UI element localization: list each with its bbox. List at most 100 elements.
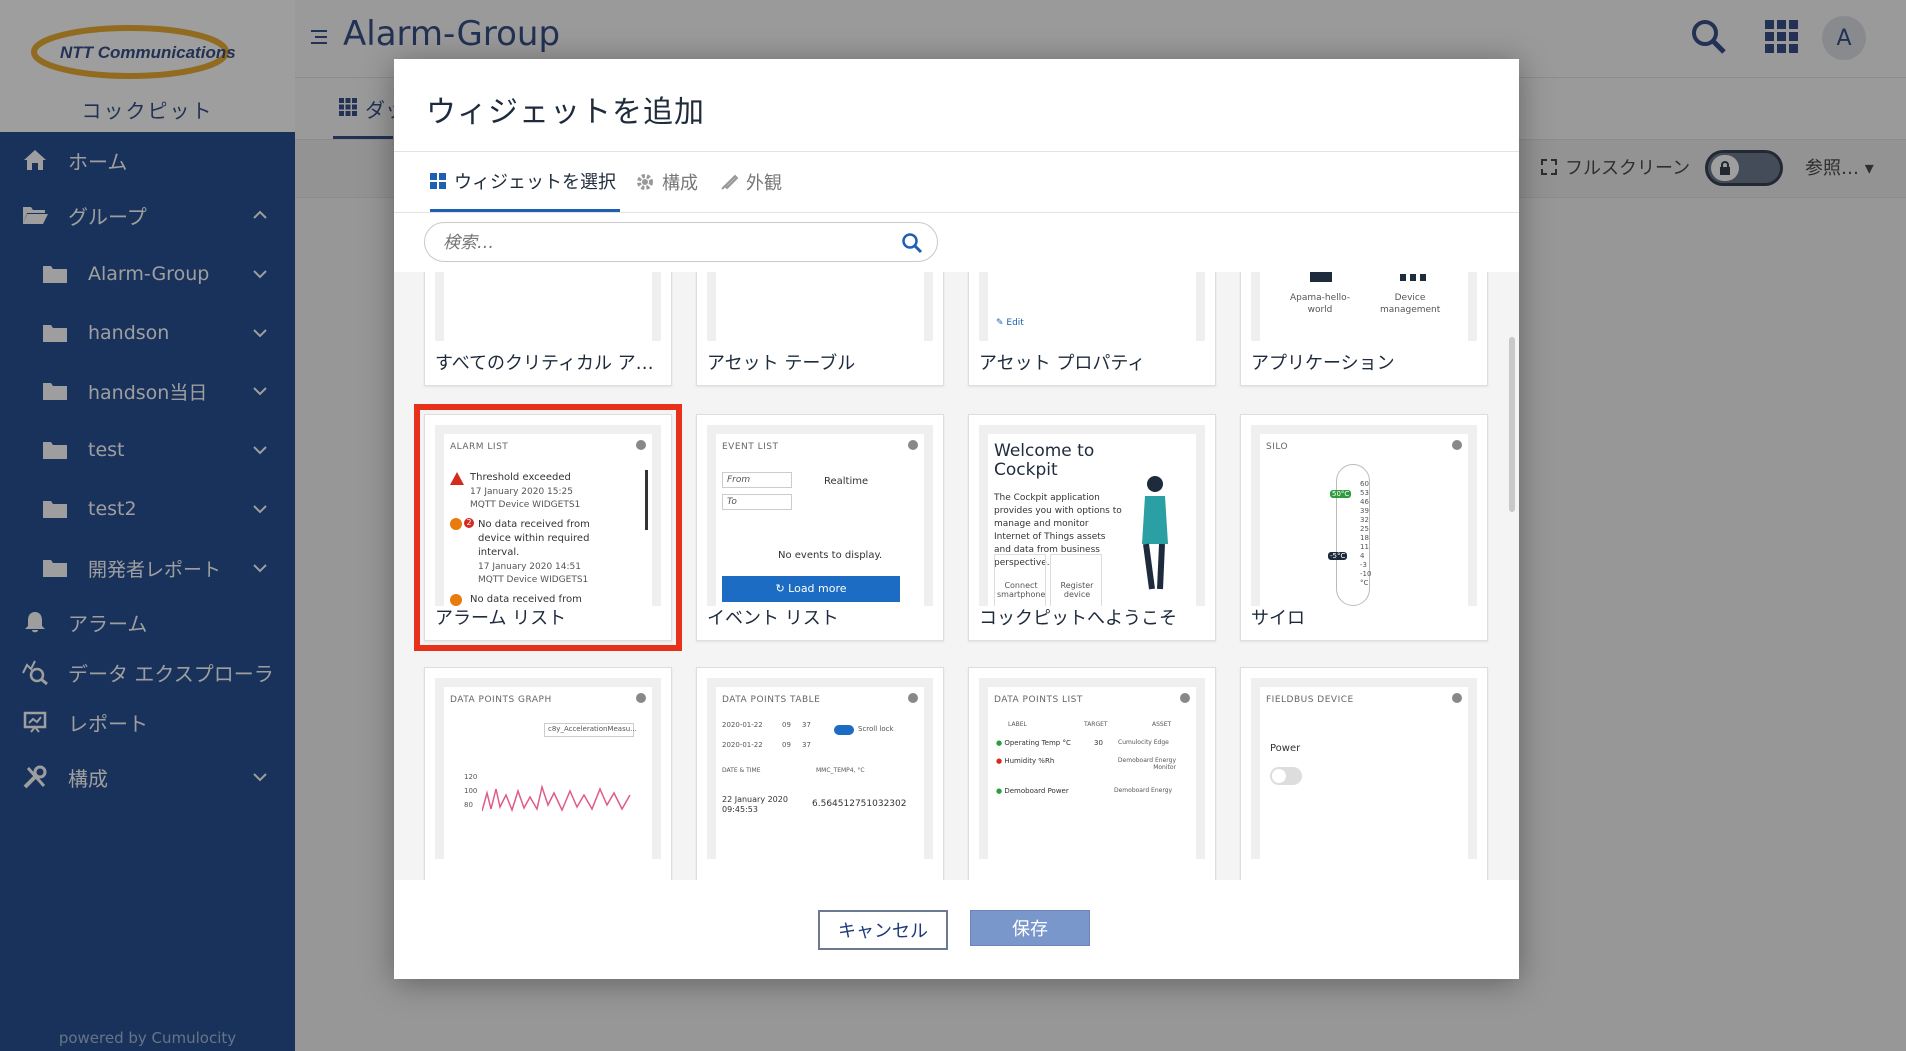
widget-card-data-points-list[interactable]: DATA POINTS LIST LABEL TARGET ASSET ● Op… [968, 667, 1216, 880]
alarm-time: 17 January 2020 14:51 [478, 562, 581, 572]
widgets-grid-icon [430, 172, 446, 189]
table-header: MMC_TEMP4, °C [816, 767, 865, 774]
tab-appearance[interactable]: 外観 [720, 152, 782, 212]
widget-label: コックピットへようこそ [979, 608, 1177, 629]
widget-card-alarm-list[interactable]: ALARM LIST Threshold exceeded 17 January… [414, 404, 682, 651]
widget-label: アラーム リスト [435, 608, 567, 629]
power-toggle [1270, 767, 1302, 785]
silo-scale-tick: 25 [1360, 525, 1369, 533]
devices-icon [1400, 274, 1426, 281]
tab-select-widget[interactable]: ウィジェットを選択 [430, 152, 620, 212]
row-asset: Demoboard Energy Monitor [1117, 757, 1176, 771]
hour-to: 09 [782, 741, 791, 749]
silo-scale-tick: 11 [1360, 543, 1369, 551]
row-label: Operating Temp °C [1004, 739, 1071, 747]
gear-icon [637, 174, 653, 190]
scroll-lock-label: Scroll lock [858, 725, 894, 733]
alarm-count-badge: 2 [464, 518, 474, 528]
list-row: ● Demoboard Power [996, 787, 1069, 795]
search-icon[interactable] [901, 232, 923, 254]
list-header: LABEL [1008, 721, 1027, 728]
welcome-preview: Welcome to Cockpit The Cockpit applicati… [988, 434, 1196, 606]
silo-scale-tick: °C [1360, 579, 1369, 587]
widget-card-silo[interactable]: SILO 60 53 46 39 32 25 18 11 4 -3 -10 °C 50°C -5°C … [1240, 414, 1488, 641]
app-2-label: Device management [1380, 293, 1441, 315]
tab-configuration[interactable]: 構成 [636, 152, 698, 212]
widget-card-event-list[interactable]: EVENT LIST From To Realtime No events to… [696, 414, 944, 641]
widget-card-asset-properties[interactable]: ✎ Edit アセット プロパティ [968, 272, 1216, 386]
row-asset: Demoboard Energy [1114, 787, 1173, 794]
tile-label: Connect smartphone [997, 581, 1046, 599]
alarm-list-preview: ALARM LIST Threshold exceeded 17 January… [444, 434, 652, 606]
table-cell: 6.564512751032302 [812, 799, 907, 809]
alarm-device: MQTT Device WIDGETS1 [470, 500, 581, 510]
gear-icon [908, 440, 918, 450]
app-1-label: Apama-hello-world [1289, 293, 1351, 315]
gear-icon [636, 693, 646, 703]
minute-from: 37 [802, 721, 811, 729]
to-field: To [722, 494, 792, 510]
tab-label: 外観 [746, 173, 782, 194]
add-widget-dialog: ウィジェットを追加 ウィジェットを選択 構成 外観 すべてのクリティカル ア… … [394, 59, 1519, 979]
load-more-button: ↻ Load more [722, 576, 900, 602]
silo-scale-tick: 53 [1360, 489, 1369, 497]
series-label: c8y_AccelerationMeasu... [548, 725, 637, 733]
from-field: From [722, 472, 792, 488]
y-tick: 100 [464, 787, 478, 795]
silo-scale-tick: 4 [1360, 552, 1365, 560]
dialog-footer: キャンセル 保存 [394, 880, 1519, 979]
tab-label: ウィジェットを選択 [454, 171, 616, 193]
silo-scale-tick: 18 [1360, 534, 1369, 542]
widget-label: イベント リスト [707, 608, 839, 629]
row-label: Humidity %Rh [1004, 757, 1055, 765]
preview-title: DATA POINTS TABLE [722, 695, 821, 705]
minute-to: 37 [802, 741, 811, 749]
widget-card-data-points-table[interactable]: DATA POINTS TABLE 2020-01-22 2020-01-22 … [696, 667, 944, 880]
widget-label: アセット プロパティ [979, 353, 1146, 374]
search-input[interactable] [443, 229, 883, 257]
cancel-button[interactable]: キャンセル [818, 910, 948, 950]
dialog-title: ウィジェットを追加 [426, 95, 705, 130]
tab-label: 構成 [662, 173, 698, 194]
row-asset: Cumulocity Edge [1118, 739, 1169, 746]
silo-scale-tick: -10 [1360, 570, 1372, 578]
scrollbar[interactable] [1509, 337, 1515, 512]
gear-icon [1180, 693, 1190, 703]
connect-phone-tile: Connect smartphone [994, 554, 1046, 606]
preview-title: DATA POINTS GRAPH [450, 695, 552, 705]
edit-label: Edit [1006, 318, 1024, 328]
list-row: ● Operating Temp °C [996, 739, 1071, 747]
silo-scale-tick: 46 [1360, 498, 1369, 506]
widget-card-welcome[interactable]: Welcome to Cockpit The Cockpit applicati… [968, 414, 1216, 641]
save-button[interactable]: 保存 [970, 910, 1090, 946]
person-illustration-icon [1142, 476, 1168, 590]
fieldbus-preview: FIELDBUS DEVICE Power [1260, 687, 1468, 859]
widget-card-applications[interactable]: Apama-hello-world Device management アプリケ… [1240, 272, 1488, 386]
widget-label: アセット テーブル [707, 353, 856, 374]
widget-label: すべてのクリティカル ア… [435, 353, 654, 374]
widget-card-critical-alarms[interactable]: すべてのクリティカル ア… [424, 272, 672, 386]
widget-grid: すべてのクリティカル ア… アセット テーブル ✎ Edit アセット プロパテ… [394, 272, 1519, 880]
dialog-tabs: ウィジェットを選択 構成 外観 [394, 151, 1519, 213]
graph-lines-icon [482, 784, 631, 813]
table-cell: 22 January 2020 09:45:53 [722, 795, 788, 814]
graph-preview: DATA POINTS GRAPH c8y_AccelerationMeasu.… [444, 687, 652, 859]
table-preview: DATA POINTS TABLE 2020-01-22 2020-01-22 … [716, 687, 924, 859]
widget-card-fieldbus-device[interactable]: FIELDBUS DEVICE Power [1240, 667, 1488, 880]
register-device-tile: Register device [1050, 554, 1102, 606]
preview-title: DATA POINTS LIST [994, 695, 1083, 705]
edit-link: ✎ Edit [996, 318, 1024, 328]
brush-icon [721, 174, 738, 190]
widget-label: サイロ [1251, 608, 1305, 629]
empty-text: No events to display. [778, 550, 883, 561]
date-to: 2020-01-22 [722, 741, 763, 749]
widget-search [424, 222, 938, 262]
list-header: TARGET [1084, 721, 1108, 728]
alarm-device: MQTT Device WIDGETS1 [478, 575, 589, 585]
widget-card-asset-table[interactable]: アセット テーブル [696, 272, 944, 386]
preview-title: EVENT LIST [722, 442, 779, 452]
silo-low-marker: -5°C [1328, 552, 1348, 560]
gear-icon [636, 440, 646, 450]
row-label: Demoboard Power [1004, 787, 1069, 795]
widget-card-data-points-graph[interactable]: DATA POINTS GRAPH c8y_AccelerationMeasu.… [424, 667, 672, 880]
